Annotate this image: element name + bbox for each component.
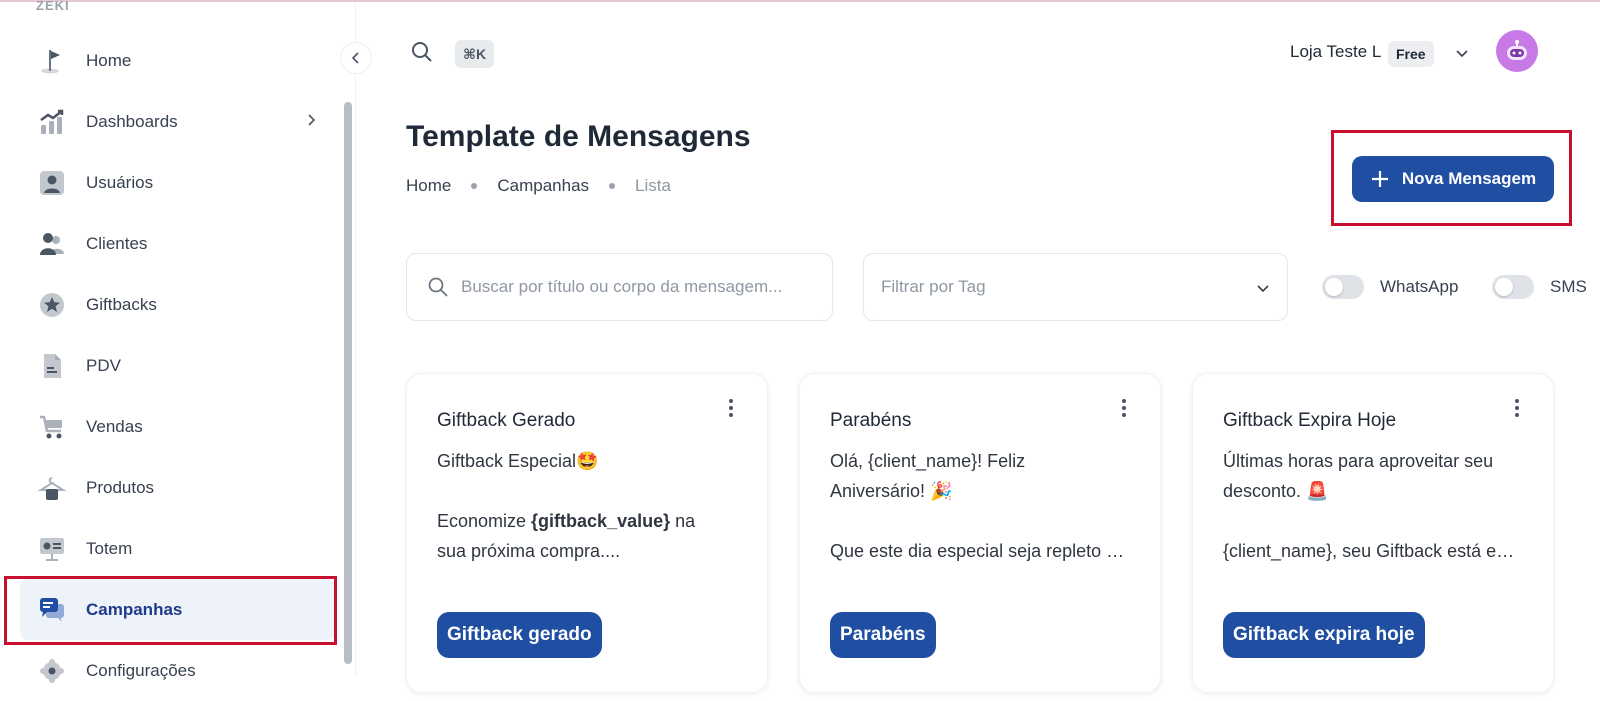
card-body-line: sua próxima compra....: [437, 541, 621, 561]
card-tag[interactable]: Parabéns: [830, 612, 936, 658]
plan-badge: Free: [1388, 41, 1434, 67]
sidebar-item-label: PDV: [86, 355, 121, 375]
sms-toggle[interactable]: [1492, 275, 1534, 299]
hanger-icon: [36, 472, 68, 504]
message-template-card[interactable]: Giftback Gerado Giftback Especial🤩 Econo…: [406, 373, 768, 693]
sms-toggle-label: SMS: [1550, 277, 1587, 296]
card-body: Últimas horas para aproveitar seu descon…: [1223, 446, 1523, 566]
breadcrumb-home[interactable]: Home: [406, 176, 451, 196]
chevron-left-icon: [351, 52, 359, 64]
star-icon: [36, 289, 68, 321]
sidebar: ZEKI Home Dashboards Usuários Clientes G…: [0, 0, 356, 683]
sidebar-item-label: Clientes: [86, 233, 148, 253]
breadcrumb-current: Lista: [635, 176, 671, 195]
breadcrumb-campanhas[interactable]: Campanhas: [497, 176, 589, 196]
whatsapp-toggle[interactable]: [1322, 275, 1364, 299]
breadcrumb-separator: [609, 183, 616, 189]
more-vertical-icon[interactable]: [1507, 396, 1527, 420]
document-icon: [36, 350, 68, 382]
card-body-line: Aniversário! 🎉: [830, 481, 953, 501]
card-body-line: Últimas horas para aproveitar seu: [1223, 451, 1494, 471]
robot-icon: [1507, 40, 1527, 60]
kiosk-icon: [36, 533, 68, 565]
sidebar-item-label: Produtos: [86, 477, 155, 497]
sidebar-item-clientes[interactable]: Clientes: [20, 213, 336, 274]
card-body-line: [437, 476, 737, 506]
search-icon: [428, 277, 448, 297]
user-icon: [36, 167, 68, 199]
sidebar-item-totem[interactable]: Totem: [20, 518, 336, 579]
card-body-variable: {giftback_value}: [531, 511, 671, 531]
cart-icon: [36, 411, 68, 443]
search-icon[interactable]: [410, 40, 434, 64]
sidebar-item-configuracoes[interactable]: Configurações: [20, 640, 336, 701]
sidebar-item-home[interactable]: Home: [20, 30, 336, 91]
sidebar-item-giftbacks[interactable]: Giftbacks: [20, 274, 336, 335]
card-body-text: Economize: [437, 511, 532, 531]
sidebar-item-label: Dashboards: [86, 111, 178, 131]
toggle-knob: [1325, 278, 1343, 296]
sidebar-item-dashboards[interactable]: Dashboards: [20, 91, 336, 152]
tag-filter-select[interactable]: Filtrar por Tag: [863, 253, 1288, 321]
whatsapp-toggle-label: WhatsApp: [1380, 277, 1459, 296]
card-tag[interactable]: Giftback expira hoje: [1223, 612, 1425, 658]
card-body-gap: [1223, 506, 1523, 536]
highlight-box-campanhas: [4, 576, 337, 645]
breadcrumb-separator: [471, 183, 478, 189]
flag-icon: [36, 45, 68, 77]
sidebar-item-label: Usuários: [86, 172, 154, 192]
chart-icon: [36, 106, 68, 138]
card-title: Parabéns: [830, 410, 912, 431]
tag-filter-placeholder: Filtrar por Tag: [881, 277, 986, 296]
highlight-box-new-message: [1331, 130, 1572, 226]
card-body: Olá, {client_name}! Feliz Aniversário! 🎉…: [830, 446, 1130, 566]
sidebar-item-label: Giftbacks: [86, 294, 157, 314]
users-icon: [36, 228, 68, 260]
chevron-right-icon: [308, 114, 316, 126]
card-body: Giftback Especial🤩 Economize {giftback_v…: [437, 446, 737, 566]
card-body-line: Olá, {client_name}! Feliz: [830, 451, 1026, 471]
avatar[interactable]: [1496, 30, 1538, 72]
card-body-gap: [830, 506, 1130, 536]
sidebar-item-usuarios[interactable]: Usuários: [20, 152, 336, 213]
message-template-card[interactable]: Giftback Expira Hoje Últimas horas para …: [1192, 373, 1554, 693]
card-tag[interactable]: Giftback gerado: [437, 612, 602, 658]
sidebar-item-pdv[interactable]: PDV: [20, 335, 336, 396]
card-body-line: Giftback Especial🤩: [437, 451, 599, 471]
card-body-line: Que este dia especial seja repleto de al…: [830, 541, 1130, 561]
page-title: Template de Mensagens: [406, 120, 751, 153]
sidebar-item-produtos[interactable]: Produtos: [20, 457, 336, 518]
toggle-knob: [1495, 278, 1513, 296]
sidebar-item-label: Totem: [86, 538, 133, 558]
search-input[interactable]: [461, 277, 821, 297]
sidebar-scrollbar[interactable]: [344, 102, 352, 664]
gear-icon: [36, 655, 68, 687]
card-title: Giftback Gerado: [437, 410, 576, 431]
sidebar-item-label: Vendas: [86, 416, 143, 436]
card-body-line: desconto. 🚨: [1223, 481, 1329, 501]
more-vertical-icon[interactable]: [721, 396, 741, 420]
message-template-card[interactable]: Parabéns Olá, {client_name}! Feliz Anive…: [799, 373, 1161, 693]
sidebar-item-label: Home: [86, 50, 132, 70]
chevron-down-icon: [1257, 285, 1269, 293]
chevron-down-icon[interactable]: [1454, 45, 1470, 61]
breadcrumb: Home Campanhas Lista: [406, 176, 671, 196]
sidebar-item-vendas[interactable]: Vendas: [20, 396, 336, 457]
collapse-sidebar-button[interactable]: [340, 42, 372, 74]
sidebar-item-label: Configurações: [86, 660, 196, 680]
card-title: Giftback Expira Hoje: [1223, 410, 1397, 431]
card-body-text: na: [670, 511, 696, 531]
search-shortcut-badge[interactable]: ⌘K: [455, 40, 495, 68]
app-logo: ZEKI: [36, 0, 70, 13]
store-name[interactable]: Loja Teste L: [1290, 42, 1381, 62]
search-field[interactable]: [406, 253, 833, 321]
card-body-line: Economize {giftback_value} na: [437, 506, 737, 536]
card-body-line: {client_name}, seu Giftback está expiran…: [1223, 541, 1523, 561]
more-vertical-icon[interactable]: [1114, 396, 1134, 420]
